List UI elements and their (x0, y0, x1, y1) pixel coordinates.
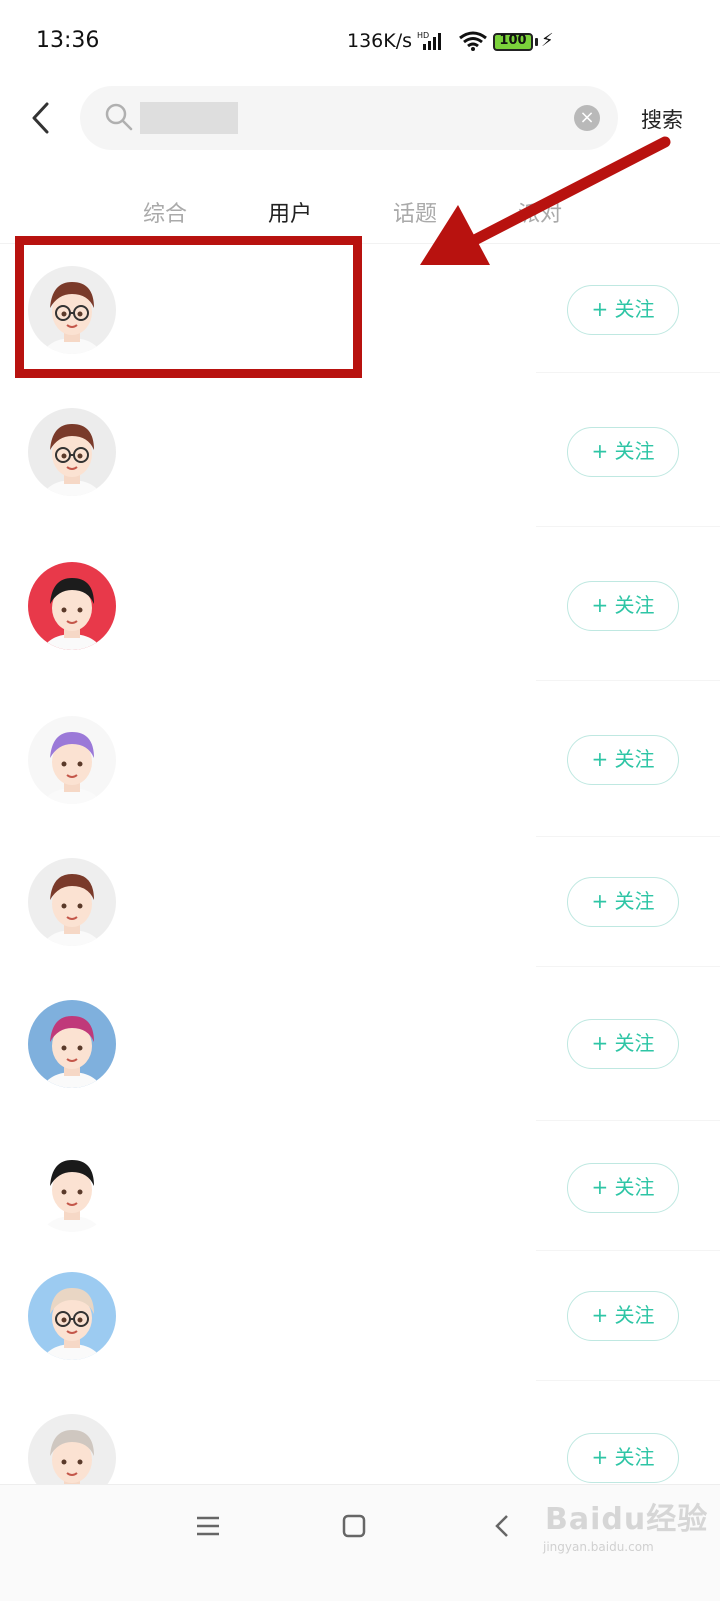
cell-signal-icon: HD (417, 30, 445, 56)
row-divider (536, 1380, 720, 1381)
user-avatar[interactable] (28, 716, 116, 804)
user-avatar[interactable] (28, 858, 116, 946)
clear-search-button[interactable]: × (574, 105, 600, 131)
battery-cap (535, 38, 538, 46)
wifi-icon (458, 30, 488, 56)
follow-button[interactable]: + 关注 (567, 735, 679, 785)
follow-button[interactable]: + 关注 (567, 1291, 679, 1341)
user-avatar[interactable] (28, 1144, 116, 1232)
signal-hd-label: HD (417, 31, 429, 40)
annotation-arrow-icon (420, 136, 671, 265)
search-icon (104, 102, 134, 136)
row-divider (536, 1250, 720, 1251)
watermark-url: jingyan.baidu.com (543, 1540, 654, 1554)
row-divider (536, 1120, 720, 1121)
row-divider (536, 680, 720, 681)
row-divider (536, 372, 720, 373)
follow-button[interactable]: + 关注 (567, 1019, 679, 1069)
menu-icon[interactable] (195, 1514, 221, 1542)
chevron-left-icon (32, 102, 49, 134)
row-divider (536, 526, 720, 527)
follow-button[interactable]: + 关注 (567, 427, 679, 477)
follow-button[interactable]: + 关注 (567, 1433, 679, 1483)
nav-back-icon[interactable] (492, 1514, 512, 1542)
user-avatar[interactable] (28, 1272, 116, 1360)
search-query-redacted (140, 102, 238, 134)
user-avatar[interactable] (28, 1000, 116, 1088)
status-time: 13:36 (36, 28, 100, 53)
home-icon[interactable] (342, 1514, 366, 1542)
battery-level: 100 (499, 33, 527, 48)
follow-button[interactable]: + 关注 (567, 581, 679, 631)
battery-icon: 100 (493, 33, 533, 51)
follow-button[interactable]: + 关注 (567, 285, 679, 335)
user-avatar[interactable] (28, 408, 116, 496)
charging-icon: ⚡ (541, 30, 554, 51)
close-circle-icon: × (579, 107, 595, 128)
row-divider (536, 836, 720, 837)
tab-users[interactable]: 用户 (268, 196, 312, 228)
follow-button[interactable]: + 关注 (567, 877, 679, 927)
back-button[interactable] (22, 98, 62, 138)
watermark-text: Baidu经验 (545, 1502, 709, 1537)
row-divider (536, 966, 720, 967)
user-avatar[interactable] (28, 562, 116, 650)
annotation-highlight-box (15, 236, 362, 378)
follow-button[interactable]: + 关注 (567, 1163, 679, 1213)
tab-overview[interactable]: 综合 (143, 196, 187, 228)
network-speed: 136K/s (347, 30, 413, 52)
